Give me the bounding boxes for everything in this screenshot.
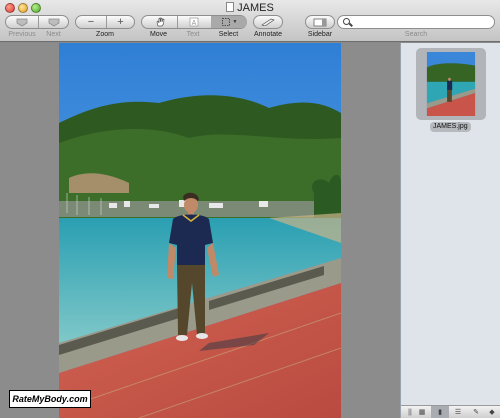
move-tool-button[interactable]: [142, 16, 177, 28]
thumbnail-view-icon: ▮: [438, 409, 442, 416]
sidebar-icon-wrap: [306, 16, 334, 28]
list-view-button[interactable]: ☰: [449, 406, 467, 418]
annotate-label: Annotate: [253, 31, 283, 38]
sidebar-toggle-button[interactable]: [305, 15, 335, 29]
photo-image: [59, 43, 341, 418]
zoom-out-icon: −: [87, 16, 95, 28]
previous-next-control: [5, 15, 69, 29]
sidebar-bottom-bar: || ▦ ▮ ☰ ✎ ◆: [401, 405, 500, 418]
zoom-out-button[interactable]: −: [76, 16, 106, 28]
annotate-icon: [261, 18, 275, 26]
text-label: Text: [186, 31, 200, 38]
page-thumbnail[interactable]: [416, 48, 486, 120]
document-viewer[interactable]: RateMyBody.com: [0, 43, 400, 418]
svg-text:A: A: [192, 20, 197, 27]
search-field[interactable]: [337, 15, 495, 29]
tag-button[interactable]: ◆: [483, 406, 500, 418]
previous-label: Previous: [8, 31, 36, 38]
previous-button[interactable]: [6, 16, 38, 28]
next-button[interactable]: [38, 16, 69, 28]
sidebar-label: Sidebar: [307, 31, 333, 38]
next-arrow-icon: [48, 18, 59, 26]
list-icon: ☰: [454, 409, 462, 416]
select-icon: [221, 18, 230, 26]
grid-icon: ▦: [418, 409, 426, 416]
text-icon: A: [189, 17, 199, 27]
search-label: Search: [404, 31, 428, 38]
document-icon: [226, 2, 235, 12]
sidebar-icon: [313, 18, 327, 26]
watermark-logo: RateMyBody.com: [9, 390, 91, 408]
window-title: JAMES: [237, 2, 274, 14]
main-photo: [59, 43, 341, 418]
annotate-icon-wrap: [254, 16, 282, 28]
pencil-icon: ✎: [473, 409, 479, 416]
grid-view-button[interactable]: ▦: [413, 406, 431, 418]
next-label: Next: [46, 31, 61, 38]
search-input[interactable]: [354, 17, 490, 27]
hand-icon: [156, 17, 164, 27]
thumbnail-view-button[interactable]: ▮: [431, 406, 449, 418]
search-icon: [343, 18, 350, 25]
text-tool-button[interactable]: A: [177, 16, 211, 28]
chevron-down-icon: ▼: [232, 19, 238, 25]
thumbnail-filename: JAMES.jpg: [430, 122, 471, 132]
window-title-bar: JAMES: [0, 2, 500, 14]
toolbar: JAMES Previous Next − + Zoom A ▼ Move Te…: [0, 0, 500, 42]
thumbnail-icon: [426, 52, 476, 116]
select-tool-button[interactable]: ▼: [211, 16, 247, 28]
zoom-in-button[interactable]: +: [106, 16, 135, 28]
annotate-button[interactable]: [253, 15, 283, 29]
zoom-label: Zoom: [96, 31, 114, 38]
previous-arrow-icon: [16, 18, 28, 26]
tool-mode-control: A ▼: [141, 15, 247, 29]
zoom-control: − +: [75, 15, 135, 29]
move-label: Move: [149, 31, 168, 38]
zoom-in-icon: +: [117, 16, 124, 28]
select-label: Select: [218, 31, 239, 38]
sidebar: JAMES.jpg || ▦ ▮ ☰ ✎ ◆: [400, 43, 500, 418]
tag-icon: ◆: [489, 409, 495, 416]
